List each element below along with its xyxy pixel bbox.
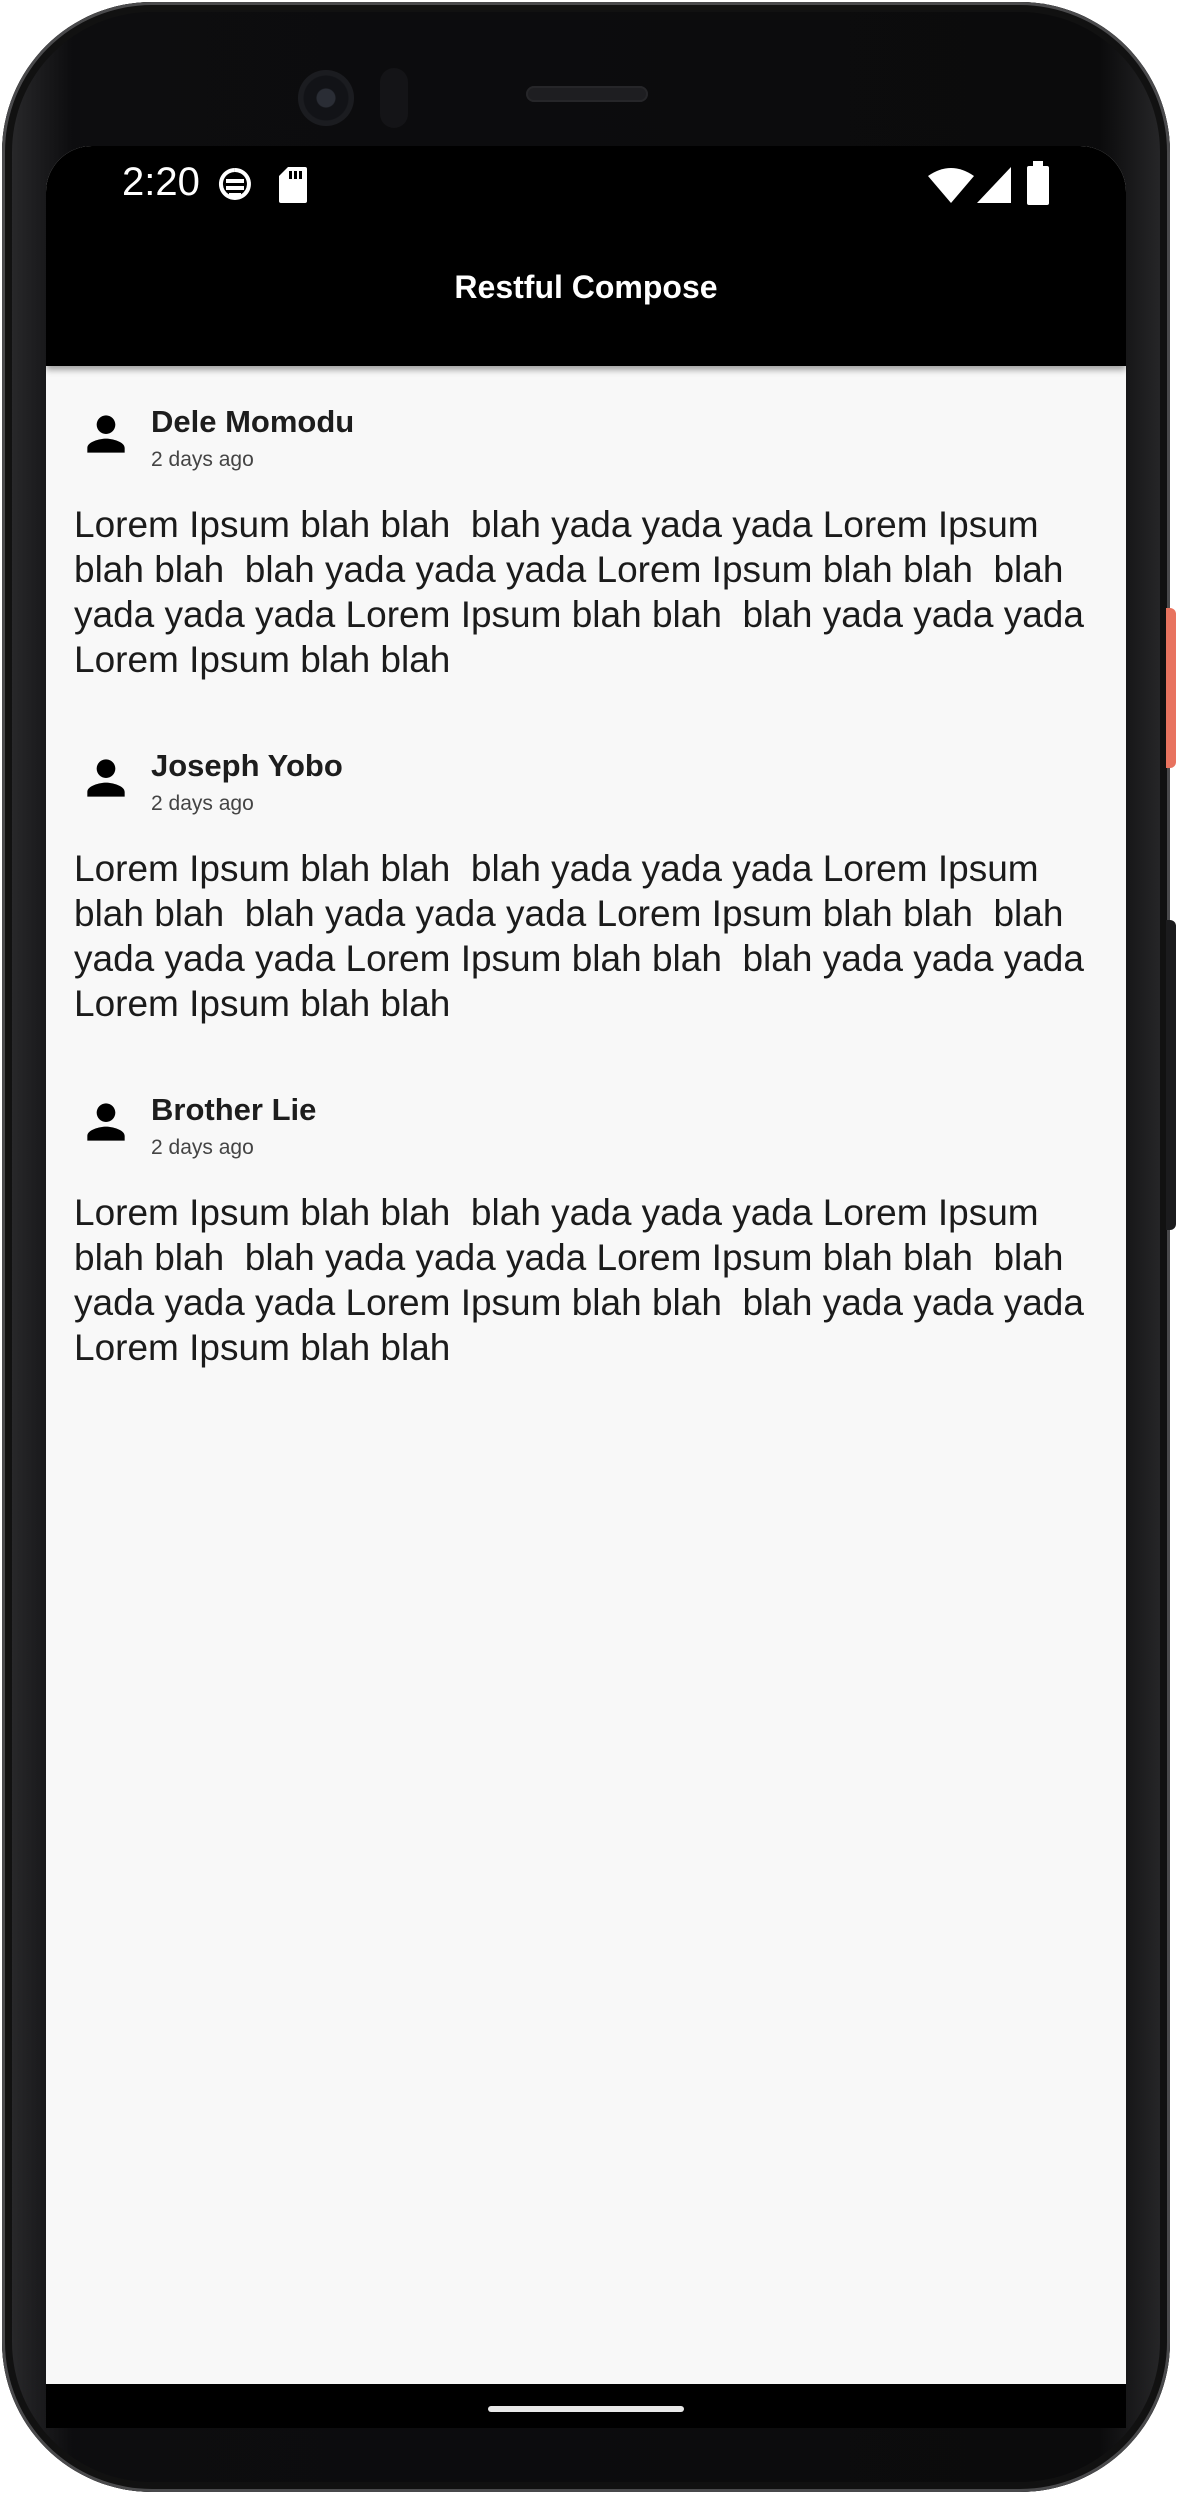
front-camera: [298, 70, 354, 126]
sd-card-icon: [279, 167, 307, 203]
post-author: Brother Lie: [151, 1092, 317, 1127]
post-item[interactable]: Brother Lie 2 days ago Lorem Ipsum blah …: [46, 1054, 1126, 1398]
post-item[interactable]: Dele Momodu 2 days ago Lorem Ipsum blah …: [46, 366, 1126, 710]
home-indicator[interactable]: [488, 2406, 684, 2412]
app-bar: Restful Compose: [46, 230, 1126, 366]
post-body: Lorem Ipsum blah blah blah yada yada yad…: [74, 504, 1084, 680]
post-timestamp: 2 days ago: [151, 448, 254, 471]
post-author: Joseph Yobo: [151, 748, 343, 783]
status-time: 2:20: [122, 160, 200, 204]
app-title: Restful Compose: [454, 268, 718, 305]
power-button[interactable]: [1166, 608, 1176, 768]
proximity-sensor: [380, 68, 408, 128]
volume-button[interactable]: [1166, 920, 1176, 1230]
signal-icon: [977, 167, 1011, 203]
post-list: Dele Momodu 2 days ago Lorem Ipsum blah …: [46, 366, 1126, 1398]
post-timestamp: 2 days ago: [151, 1136, 254, 1159]
earpiece-speaker: [526, 86, 648, 102]
post-author: Dele Momodu: [151, 404, 355, 439]
person-icon: [87, 759, 125, 797]
person-icon: [87, 415, 125, 453]
person-icon: [87, 1103, 125, 1141]
wifi-icon: [928, 168, 974, 203]
screen: 2:20 Restful Compose Dele Momodu 2 days …: [46, 146, 1126, 2384]
data-saver-icon: [218, 168, 251, 200]
status-bar: 2:20: [46, 146, 1126, 230]
battery-icon: [1027, 161, 1049, 205]
post-body: Lorem Ipsum blah blah blah yada yada yad…: [74, 1192, 1084, 1368]
post-body: Lorem Ipsum blah blah blah yada yada yad…: [74, 848, 1084, 1024]
post-item[interactable]: Joseph Yobo 2 days ago Lorem Ipsum blah …: [46, 710, 1126, 1054]
post-timestamp: 2 days ago: [151, 792, 254, 815]
